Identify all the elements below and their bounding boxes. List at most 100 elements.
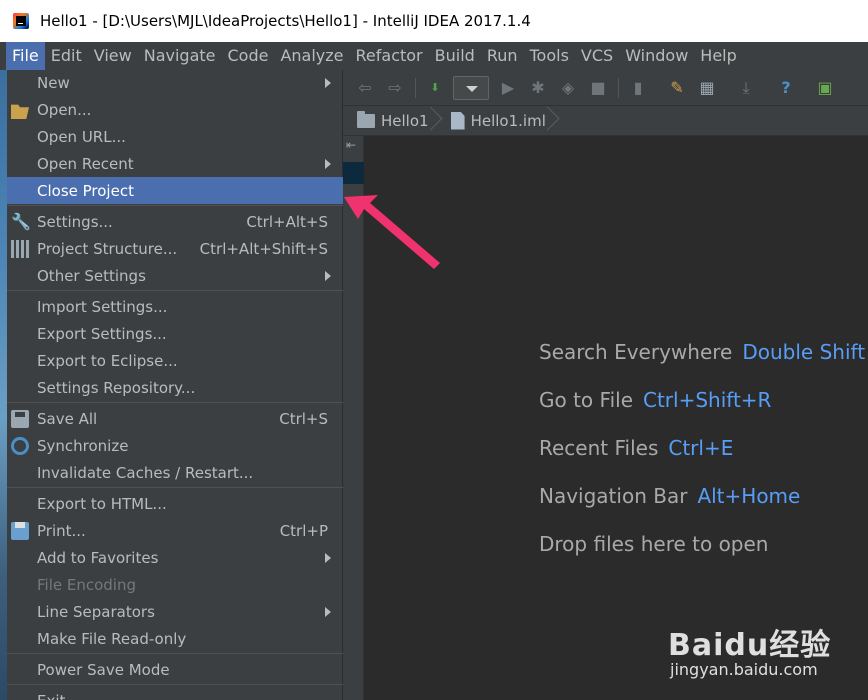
watermark-brand: Baidu经验 xyxy=(668,628,832,663)
navigation-bar: Hello1 Hello1.iml xyxy=(343,106,868,136)
submenu-arrow-icon xyxy=(325,553,331,563)
menu-refactor[interactable]: Refactor xyxy=(350,42,429,70)
menu-item-invalidate-caches[interactable]: Invalidate Caches / Restart... xyxy=(7,459,343,486)
bookmark-icon[interactable]: ▮ xyxy=(628,78,648,98)
annotation-arrow-icon xyxy=(344,195,440,269)
menu-item-label: Open Recent xyxy=(37,154,134,173)
menu-item-import-settings[interactable]: Import Settings... xyxy=(7,293,343,320)
menu-item-export-eclipse[interactable]: Export to Eclipse... xyxy=(7,347,343,374)
menu-item-synchronize[interactable]: Synchronize xyxy=(7,432,343,459)
menu-item-settings-repository[interactable]: Settings Repository... xyxy=(7,374,343,401)
menu-item-shortcut: Ctrl+Alt+S xyxy=(246,212,328,231)
menu-vcs[interactable]: VCS xyxy=(575,42,619,70)
menu-item-open-url[interactable]: Open URL... xyxy=(7,123,343,150)
menu-item-other-settings[interactable]: Other Settings xyxy=(7,262,343,289)
menu-item-label: Import Settings... xyxy=(37,297,168,316)
run-config-dropdown[interactable] xyxy=(453,76,489,100)
menu-separator xyxy=(7,290,343,291)
menu-item-label: Synchronize xyxy=(37,436,129,455)
menu-help[interactable]: Help xyxy=(694,42,742,70)
file-icon xyxy=(450,111,465,130)
run-icon[interactable]: ▶ xyxy=(498,78,518,98)
toolbar-separator xyxy=(415,78,416,98)
menu-build[interactable]: Build xyxy=(429,42,481,70)
menu-run[interactable]: Run xyxy=(481,42,524,70)
breadcrumb-label: Hello1 xyxy=(381,111,429,130)
project-structure-icon[interactable]: ▦ xyxy=(697,78,717,98)
sync-icon xyxy=(11,437,29,455)
back-arrow-icon[interactable]: ⇦ xyxy=(355,78,375,98)
menu-item-label: Settings Repository... xyxy=(37,378,196,397)
breadcrumb-file[interactable]: Hello1.iml xyxy=(437,106,554,136)
help-icon[interactable]: ? xyxy=(776,78,796,98)
menu-item-label: Print... xyxy=(37,521,86,540)
hint-key: Ctrl+Shift+R xyxy=(643,388,772,412)
menu-item-line-separators[interactable]: Line Separators xyxy=(7,598,343,625)
menu-item-save-all[interactable]: Save All Ctrl+S xyxy=(7,405,343,432)
menu-item-print[interactable]: Print... Ctrl+P xyxy=(7,517,343,544)
menu-item-exit[interactable]: Exit xyxy=(7,687,343,700)
menu-navigate[interactable]: Navigate xyxy=(138,42,222,70)
menu-separator xyxy=(7,653,343,654)
watermark-site: jingyan.baidu.com xyxy=(670,660,818,679)
stop-icon[interactable]: ■ xyxy=(588,78,608,98)
hint-recent-files: Recent Files Ctrl+E xyxy=(539,436,733,460)
menu-view[interactable]: View xyxy=(88,42,138,70)
menu-item-label: Export Settings... xyxy=(37,324,167,343)
wrench-icon: 🔧 xyxy=(11,212,31,231)
menu-edit[interactable]: Edit xyxy=(45,42,88,70)
menu-item-shortcut: Ctrl+P xyxy=(279,521,328,540)
forward-arrow-icon[interactable]: ⇨ xyxy=(385,78,405,98)
menu-separator xyxy=(7,487,343,488)
menu-item-label: Open URL... xyxy=(37,127,126,146)
make-project-icon[interactable]: ⬇ xyxy=(425,78,445,98)
menu-window[interactable]: Window xyxy=(619,42,694,70)
title-bar: Hello1 - [D:\Users\MJL\IdeaProjects\Hell… xyxy=(0,0,868,42)
hint-go-to-file: Go to File Ctrl+Shift+R xyxy=(539,388,771,412)
menu-item-close-project[interactable]: Close Project xyxy=(7,177,343,204)
hint-search-everywhere: Search Everywhere Double Shift xyxy=(539,340,865,364)
hint-label: Navigation Bar xyxy=(539,484,688,508)
menu-item-label: Export to HTML... xyxy=(37,494,167,513)
collapse-icon[interactable]: ⇤ xyxy=(346,138,356,152)
menu-item-new[interactable]: New xyxy=(7,69,343,96)
menu-item-export-html[interactable]: Export to HTML... xyxy=(7,490,343,517)
coverage-icon[interactable]: ◈ xyxy=(558,78,578,98)
selected-row xyxy=(343,162,364,184)
menu-item-project-structure[interactable]: Project Structure... Ctrl+Alt+Shift+S xyxy=(7,235,343,262)
menu-item-make-readonly[interactable]: Make File Read-only xyxy=(7,625,343,652)
menu-item-add-favorites[interactable]: Add to Favorites xyxy=(7,544,343,571)
settings-wrench-icon[interactable]: ✎ xyxy=(667,78,687,98)
menu-item-open-recent[interactable]: Open Recent xyxy=(7,150,343,177)
menu-separator xyxy=(7,402,343,403)
menu-item-label: Open... xyxy=(37,100,92,119)
desktop-background xyxy=(0,70,7,700)
sdk-icon[interactable]: ▣ xyxy=(815,78,835,98)
intellij-logo-icon xyxy=(13,13,29,29)
menu-item-open[interactable]: Open... xyxy=(7,96,343,123)
debug-icon[interactable]: ✱ xyxy=(528,78,548,98)
menu-item-export-settings[interactable]: Export Settings... xyxy=(7,320,343,347)
window-title: Hello1 - [D:\Users\MJL\IdeaProjects\Hell… xyxy=(40,12,531,30)
menu-item-label: Add to Favorites xyxy=(37,548,159,567)
menu-code[interactable]: Code xyxy=(222,42,275,70)
menu-item-label: Project Structure... xyxy=(37,239,178,258)
download-icon[interactable]: ⤓ xyxy=(736,78,756,98)
breadcrumb-label: Hello1.iml xyxy=(470,111,546,130)
menu-analyze[interactable]: Analyze xyxy=(274,42,349,70)
menu-item-settings[interactable]: 🔧 Settings... Ctrl+Alt+S xyxy=(7,208,343,235)
breadcrumb-project[interactable]: Hello1 xyxy=(343,106,437,136)
main-toolbar: ⇦ ⇨ ⬇ ▶ ✱ ◈ ■ ▮ ✎ ▦ ⤓ ? ▣ xyxy=(343,70,868,106)
open-folder-icon xyxy=(11,104,29,119)
hint-key: Alt+Home xyxy=(697,484,801,508)
submenu-arrow-icon xyxy=(325,78,331,88)
menu-item-label: Exit xyxy=(37,692,65,700)
menu-tools[interactable]: Tools xyxy=(524,42,575,70)
hint-label: Search Everywhere xyxy=(539,340,733,364)
hint-key: Ctrl+E xyxy=(668,436,734,460)
menu-item-file-encoding: File Encoding xyxy=(7,571,343,598)
menu-file[interactable]: File xyxy=(6,42,45,70)
hint-label: Recent Files xyxy=(539,436,659,460)
menu-item-power-save[interactable]: Power Save Mode xyxy=(7,656,343,683)
baidu-watermark: Baidu经验 jingyan.baidu.com xyxy=(660,600,860,690)
